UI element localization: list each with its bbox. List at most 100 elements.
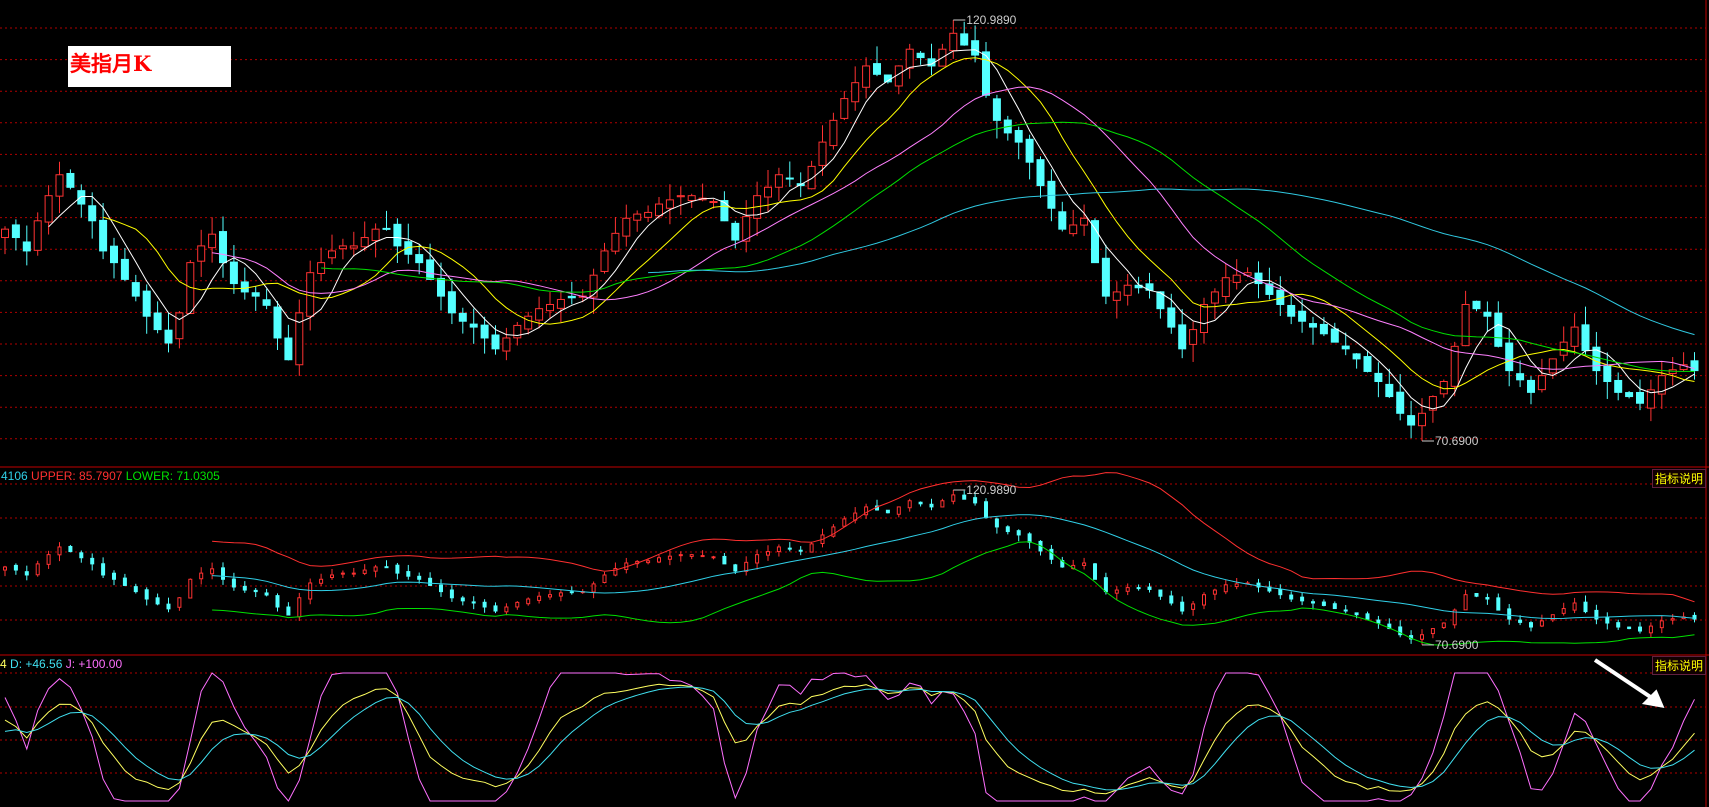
price-candle (524, 315, 533, 330)
boll-price-candle (1343, 609, 1348, 612)
boll-price-candle (1289, 594, 1294, 600)
boll-price-candle (166, 603, 171, 610)
chart-title-box: 美指月K (68, 46, 231, 87)
price-candle (556, 298, 565, 309)
boll-price-candle (1082, 562, 1087, 566)
price-candle (567, 295, 576, 299)
price-candle (1625, 392, 1634, 398)
price-candle (1450, 345, 1459, 387)
price-candle (1112, 291, 1121, 301)
boll-price-candle (1441, 622, 1446, 629)
price-candle (1036, 159, 1045, 187)
boll-price-candle (406, 571, 411, 577)
boll-price-candle (907, 500, 912, 509)
price-candle (1025, 138, 1034, 163)
boll-explain-button[interactable]: 指标说明 (1651, 469, 1706, 488)
price-candle (1189, 329, 1198, 345)
boll-price-candle (1420, 634, 1424, 640)
boll-mid-value: 4106 (1, 469, 28, 483)
price-candle (1352, 353, 1361, 360)
boll-price-candle (766, 551, 770, 556)
boll-price-candle (199, 572, 204, 580)
kdj-explain-button[interactable]: 指标说明 (1651, 656, 1706, 675)
boll-price-candle (984, 501, 988, 519)
boll-price-candle (1158, 589, 1163, 597)
price-candle (164, 329, 173, 344)
boll-price-candle (722, 555, 727, 565)
price-candle (44, 195, 53, 223)
boll-price-candle (471, 601, 476, 604)
boll-price-candle (210, 568, 215, 575)
boll-price-candle (340, 572, 345, 575)
boll-price-candle (569, 591, 574, 594)
price-candle (229, 261, 238, 285)
boll-price-candle (1670, 618, 1675, 621)
price-candle (273, 306, 282, 339)
price-candle (480, 324, 489, 339)
extreme-label: 120.9890 (966, 483, 1016, 497)
price-candle (1603, 365, 1612, 382)
boll-price-candle (221, 567, 225, 580)
extreme-label: 120.9890 (966, 13, 1016, 27)
boll-price-candle (689, 554, 694, 557)
boll-price-candle (1016, 530, 1021, 536)
boll-price-candle (1223, 584, 1228, 593)
boll-price-candle (57, 546, 62, 556)
price-candle (687, 195, 696, 202)
boll-price-candle (776, 546, 781, 553)
boll-price-candle (1234, 583, 1239, 588)
price-candle (1418, 412, 1426, 427)
price-candle (491, 334, 500, 350)
price-candle (611, 232, 620, 252)
price-candle (709, 201, 718, 204)
price-candle (535, 308, 544, 321)
price-candle (1494, 312, 1503, 347)
boll-price-candle (1365, 613, 1370, 620)
boll-price-candle (918, 501, 923, 505)
price-candle (382, 227, 391, 230)
boll-price-candle (1169, 595, 1174, 604)
price-candle (960, 33, 969, 46)
price-candle (1014, 130, 1023, 143)
price-candle (1080, 217, 1089, 226)
boll-price-candle (1572, 602, 1577, 611)
boll-price-candle (439, 584, 443, 593)
boll-price-candle (482, 601, 487, 608)
price-candle (197, 245, 206, 262)
boll-price-candle (264, 592, 269, 596)
boll-price-candle (602, 574, 607, 584)
price-candle (66, 172, 75, 188)
boll-price-candle (384, 566, 389, 569)
price-candle (295, 312, 304, 366)
boll-price-candle (1180, 601, 1185, 612)
price-candle (1058, 211, 1067, 230)
price-candle (1330, 328, 1339, 343)
price-candle (1483, 311, 1492, 317)
price-candle (11, 224, 20, 239)
price-candle (88, 205, 97, 222)
price-candle (546, 303, 554, 312)
boll-price-candle (46, 554, 51, 565)
boll-price-candle (733, 564, 738, 572)
price-candle (208, 233, 217, 249)
boll-price-candle (1659, 620, 1664, 629)
price-candle (447, 291, 456, 314)
boll-price-candle (885, 509, 890, 514)
boll-price-candle (558, 592, 563, 597)
price-candle (1614, 379, 1623, 393)
kdj-j-value: J: +100.00 (65, 657, 123, 671)
boll-price-candle (1539, 620, 1544, 627)
boll-price-candle (112, 572, 116, 580)
price-candle (1570, 326, 1579, 347)
boll-price-candle (351, 572, 356, 575)
price-candle (644, 211, 653, 218)
boll-price-candle (711, 556, 716, 559)
price-candle (338, 245, 347, 250)
price-candle (600, 250, 609, 272)
price-candle (1537, 375, 1546, 391)
price-candle (1210, 291, 1219, 304)
boll-price-candle (3, 566, 7, 571)
boll-price-candle (504, 606, 509, 613)
price-candle (1385, 383, 1394, 398)
kdj-header: 4 D: +46.56 J: +100.00 (0, 657, 122, 671)
